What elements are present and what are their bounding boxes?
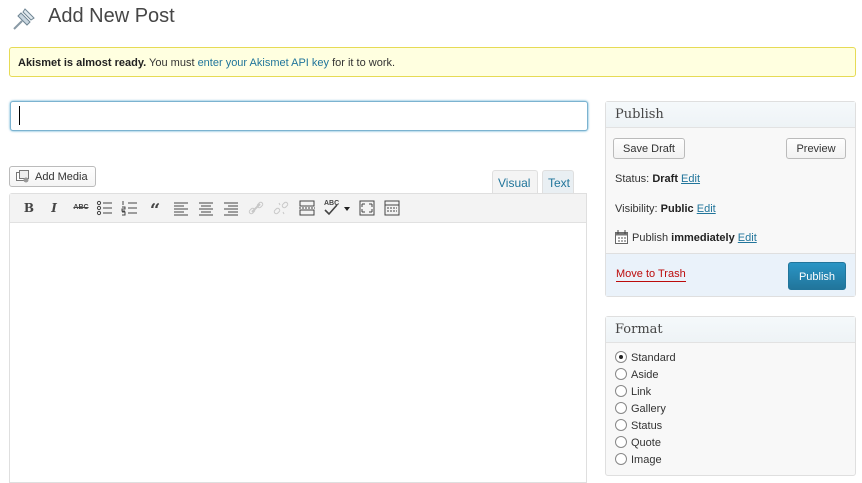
visibility-label: Visibility: bbox=[615, 203, 658, 215]
status-label: Status: bbox=[615, 173, 650, 185]
kitchen-sink-icon[interactable] bbox=[383, 200, 401, 216]
italic-icon[interactable]: I bbox=[45, 200, 63, 216]
align-left-icon[interactable] bbox=[172, 200, 190, 216]
spellcheck-icon[interactable]: ABC bbox=[322, 200, 352, 216]
media-icon bbox=[16, 170, 30, 183]
blockquote-icon[interactable]: “ bbox=[146, 200, 164, 221]
notice-text-before: You must bbox=[146, 57, 198, 69]
post-content-editor[interactable] bbox=[9, 193, 587, 483]
radio-image[interactable] bbox=[615, 453, 627, 465]
akismet-api-key-link[interactable]: enter your Akismet API key bbox=[198, 57, 329, 69]
format-label: Link bbox=[631, 386, 652, 398]
calendar-icon bbox=[615, 230, 628, 244]
tab-visual[interactable]: Visual bbox=[492, 170, 538, 194]
add-media-label: Add Media bbox=[35, 171, 88, 183]
numbered-list-icon[interactable] bbox=[121, 200, 139, 216]
radio-quote[interactable] bbox=[615, 436, 627, 448]
format-label: Standard bbox=[631, 352, 676, 364]
preview-button[interactable]: Preview bbox=[786, 138, 846, 159]
status-row: Status: Draft Edit bbox=[615, 173, 700, 185]
link-icon[interactable] bbox=[247, 200, 265, 216]
fullscreen-icon[interactable] bbox=[358, 200, 376, 216]
format-label: Gallery bbox=[631, 403, 666, 415]
format-label: Aside bbox=[631, 369, 659, 381]
akismet-notice: Akismet is almost ready. You must enter … bbox=[9, 47, 856, 77]
radio-link[interactable] bbox=[615, 385, 627, 397]
publish-schedule-row: Publish immediately Edit bbox=[632, 232, 757, 244]
edit-visibility-link[interactable]: Edit bbox=[697, 203, 716, 215]
text-caret bbox=[19, 106, 20, 125]
align-right-icon[interactable] bbox=[222, 200, 240, 216]
format-label: Quote bbox=[631, 437, 661, 449]
page-title: Add New Post bbox=[48, 5, 175, 27]
tab-text[interactable]: Text bbox=[542, 170, 574, 194]
notice-strong: Akismet is almost ready. bbox=[18, 57, 147, 69]
format-label: Status bbox=[631, 420, 663, 432]
format-label: Image bbox=[631, 454, 662, 466]
publish-box-title: Publish bbox=[606, 102, 855, 128]
edit-schedule-link[interactable]: Edit bbox=[738, 232, 757, 244]
visibility-row: Visibility: Public Edit bbox=[615, 203, 716, 215]
unlink-icon[interactable] bbox=[272, 200, 290, 216]
notice-text-after: for it to work. bbox=[329, 57, 396, 69]
add-media-button[interactable]: Add Media bbox=[9, 166, 96, 187]
strikethrough-icon[interactable]: ABC bbox=[70, 200, 92, 216]
pushpin-icon bbox=[8, 3, 40, 35]
post-title-input[interactable] bbox=[10, 101, 588, 131]
visibility-value: Public bbox=[660, 203, 694, 215]
radio-standard[interactable] bbox=[615, 351, 627, 363]
status-value: Draft bbox=[652, 173, 678, 185]
edit-status-link[interactable]: Edit bbox=[681, 173, 700, 185]
editor-toolbar: B I ABC “ ABC bbox=[10, 194, 586, 223]
move-to-trash-link[interactable]: Move to Trash bbox=[616, 268, 686, 282]
radio-aside[interactable] bbox=[615, 368, 627, 380]
radio-gallery[interactable] bbox=[615, 402, 627, 414]
bullet-list-icon[interactable] bbox=[96, 200, 114, 216]
format-box-title: Format bbox=[606, 317, 855, 343]
radio-status[interactable] bbox=[615, 419, 627, 431]
publish-button[interactable]: Publish bbox=[788, 262, 846, 290]
publish-schedule-label: Publish bbox=[632, 232, 669, 244]
bold-icon[interactable]: B bbox=[20, 200, 38, 216]
publish-schedule-value: immediately bbox=[671, 232, 735, 244]
align-center-icon[interactable] bbox=[197, 200, 215, 216]
save-draft-button[interactable]: Save Draft bbox=[613, 138, 685, 159]
more-tag-icon[interactable] bbox=[298, 200, 316, 216]
